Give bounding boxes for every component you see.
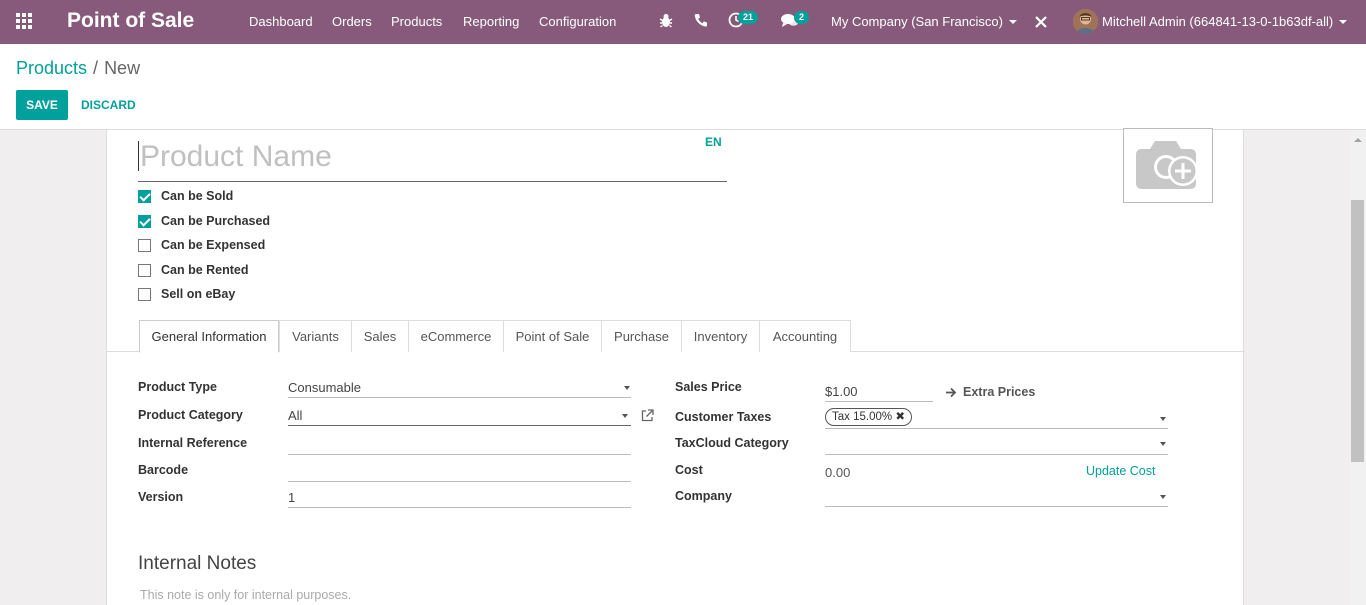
menu-products[interactable]: Products [391,14,442,29]
user-name: Mitchell Admin (664841-13-0-1b63df-all) [1102,14,1334,29]
breadcrumb-separator: / [93,58,99,78]
checkbox-label: Sell on eBay [161,287,236,301]
user-menu[interactable]: Mitchell Admin (664841-13-0-1b63df-all) [1102,14,1348,29]
translate-language-button[interactable]: EN [705,135,722,149]
sales-price-input[interactable]: $1.00 [825,382,933,402]
company-select[interactable] [825,487,1168,507]
text-cursor [138,141,139,171]
top-navbar: Point of Sale Dashboard Orders Products … [0,0,1366,44]
product-name-input[interactable]: Product Name [138,136,727,182]
taxcloud-category-label: TaxCloud Category [675,436,789,450]
avatar[interactable] [1073,9,1098,34]
product-category-value: All [288,408,303,423]
debug-tools-icon[interactable] [1034,15,1048,32]
scrollbar-thumb[interactable] [1351,200,1364,462]
extra-prices-button[interactable]: Extra Prices [963,385,1035,399]
checkbox-label: Can be Rented [161,263,249,277]
checkbox-label: Can be Purchased [161,214,271,228]
checkbox-unchecked[interactable] [138,239,151,252]
menu-dashboard[interactable]: Dashboard [249,14,313,29]
checkbox-unchecked[interactable] [138,264,151,277]
tab-sales[interactable]: Sales [351,320,409,352]
chevron-down-icon [1160,442,1166,446]
version-label: Version [138,490,184,504]
messages-count-badge: 2 [794,11,810,24]
chevron-down-icon [624,386,630,390]
menu-reporting[interactable]: Reporting [463,14,519,29]
internal-reference-label: Internal Reference [138,436,248,450]
checkbox-label: Can be Expensed [161,238,266,252]
update-cost-button[interactable]: Update Cost [1086,464,1155,478]
product-type-value: Consumable [288,380,361,395]
checkbox-unchecked[interactable] [138,288,151,301]
company-switcher[interactable]: My Company (San Francisco) [831,14,1017,29]
bug-icon[interactable] [659,13,673,32]
tax-tag: Tax 15.00% ✖ [825,408,912,426]
breadcrumb: Products / New [16,58,140,79]
breadcrumb-current: New [104,58,141,78]
scroll-up-icon[interactable] [1354,138,1362,142]
company-label: Company [675,489,732,503]
chevron-down-icon [1160,417,1166,421]
chevron-down-icon [622,414,628,418]
form-sheet: Product Name EN Can be Sold Can be Purch… [106,128,1245,605]
product-category-label: Product Category [138,408,243,422]
menu-orders[interactable]: Orders [332,14,372,29]
internal-notes-heading: Internal Notes [138,553,257,574]
customer-taxes-select[interactable]: Tax 15.00% ✖ [825,408,1168,429]
tab-purchase[interactable]: Purchase [601,320,682,352]
save-button[interactable]: SAVE [16,90,68,120]
tab-variants[interactable]: Variants [279,320,352,352]
internal-notes-textarea[interactable]: This note is only for internal purposes. [140,588,351,602]
sales-price-label: Sales Price [675,380,742,394]
version-input[interactable]: 1 [288,488,631,508]
tab-point-of-sale[interactable]: Point of Sale [503,320,602,352]
product-image-upload[interactable] [1123,128,1213,203]
product-category-select[interactable]: All [288,406,631,426]
app-grid-icon[interactable] [16,13,34,31]
product-type-label: Product Type [138,380,217,394]
barcode-label: Barcode [138,463,189,477]
internal-reference-input[interactable] [288,435,631,455]
arrow-right-icon [945,386,957,401]
chevron-down-icon [1160,495,1166,499]
product-type-select[interactable]: Consumable [288,378,631,398]
tab-general-information[interactable]: General Information [139,320,279,353]
discard-button[interactable]: DISCARD [81,98,136,112]
camera-plus-icon [1136,141,1198,189]
sales-price-value: $1.00 [825,384,858,399]
tab-inventory[interactable]: Inventory [681,320,760,352]
tab-accounting[interactable]: Accounting [759,320,851,352]
checkbox-checked[interactable] [138,190,151,203]
taxcloud-category-select[interactable] [825,435,1168,455]
activity-count-badge: 21 [738,11,759,24]
checkbox-label: Can be Sold [161,189,234,203]
tax-tag-label: Tax 15.00% [832,411,893,423]
control-panel: Products / New SAVE DISCARD [0,44,1366,130]
checkbox-checked[interactable] [138,215,151,228]
barcode-input[interactable] [288,462,631,482]
company-name: My Company (San Francisco) [831,14,1003,29]
chevron-down-icon [1339,20,1348,24]
customer-taxes-label: Customer Taxes [675,410,772,424]
app-title[interactable]: Point of Sale [67,9,194,33]
cost-label: Cost [675,463,703,477]
chevron-down-icon [1008,20,1017,24]
remove-tag-icon[interactable]: ✖ [895,411,905,423]
menu-configuration[interactable]: Configuration [539,14,616,29]
breadcrumb-products-link[interactable]: Products [16,58,87,78]
phone-icon[interactable] [694,13,707,30]
version-value: 1 [288,490,296,505]
external-link-icon[interactable] [641,409,654,425]
tab-ecommerce[interactable]: eCommerce [408,320,504,352]
cost-value: 0.00 [825,465,851,480]
product-name-placeholder: Product Name [140,140,332,173]
